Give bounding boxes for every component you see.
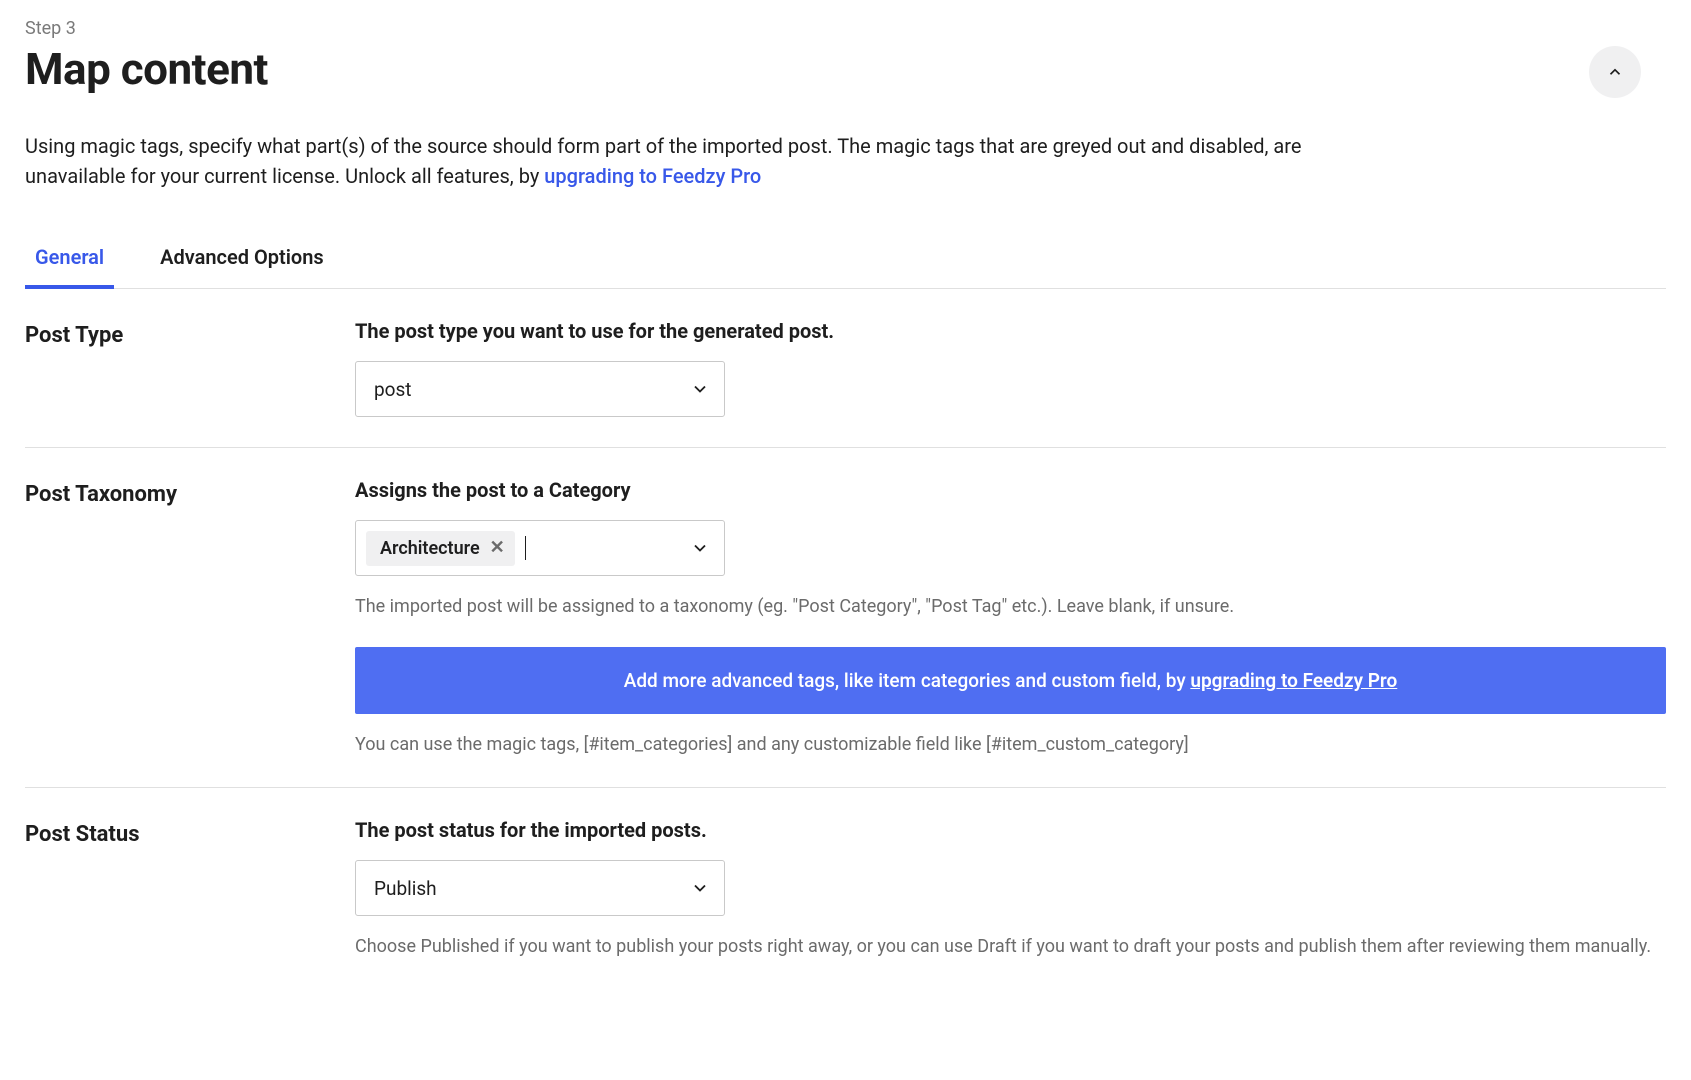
page-title: Map content	[25, 43, 1666, 95]
field-label-post-status: The post status for the imported posts.	[355, 818, 1666, 842]
tab-advanced[interactable]: Advanced Options	[150, 235, 334, 289]
section-title-post-type: Post Type	[25, 319, 355, 417]
field-label-post-taxonomy: Assigns the post to a Category	[355, 478, 1666, 502]
field-label-post-type: The post type you want to use for the ge…	[355, 319, 1666, 343]
remove-chip-button[interactable]: ✕	[490, 539, 505, 557]
section-post-taxonomy: Post Taxonomy Assigns the post to a Cate…	[25, 448, 1666, 788]
post-status-helper: Choose Published if you want to publish …	[355, 934, 1666, 959]
intro-text: Using magic tags, specify what part(s) o…	[25, 131, 1345, 191]
upgrade-banner: Add more advanced tags, like item catego…	[355, 647, 1666, 714]
tab-general[interactable]: General	[25, 235, 114, 289]
post-type-select[interactable]: post	[355, 361, 725, 417]
section-post-type: Post Type The post type you want to use …	[25, 289, 1666, 448]
taxonomy-select[interactable]: Architecture ✕	[355, 520, 725, 576]
chevron-down-icon	[690, 878, 710, 898]
banner-text: Add more advanced tags, like item catego…	[624, 669, 1191, 692]
chevron-down-icon	[690, 379, 710, 399]
section-title-post-taxonomy: Post Taxonomy	[25, 478, 355, 757]
section-post-status: Post Status The post status for the impo…	[25, 788, 1666, 989]
text-cursor	[525, 536, 526, 560]
taxonomy-chip: Architecture ✕	[366, 531, 515, 566]
chevron-down-icon	[690, 538, 710, 558]
taxonomy-helper: The imported post will be assigned to a …	[355, 594, 1666, 619]
taxonomy-helper-2: You can use the magic tags, [#item_categ…	[355, 732, 1666, 757]
banner-upgrade-link[interactable]: upgrading to Feedzy Pro	[1190, 669, 1397, 692]
collapse-button[interactable]	[1589, 46, 1641, 98]
post-status-value: Publish	[374, 877, 437, 900]
tab-bar: General Advanced Options	[25, 235, 1666, 289]
section-title-post-status: Post Status	[25, 818, 355, 959]
chevron-up-icon	[1606, 63, 1624, 81]
upgrade-link[interactable]: upgrading to Feedzy Pro	[544, 164, 761, 188]
taxonomy-chip-label: Architecture	[380, 538, 480, 559]
post-status-select[interactable]: Publish	[355, 860, 725, 916]
post-type-value: post	[374, 378, 412, 401]
step-label: Step 3	[25, 18, 1666, 39]
